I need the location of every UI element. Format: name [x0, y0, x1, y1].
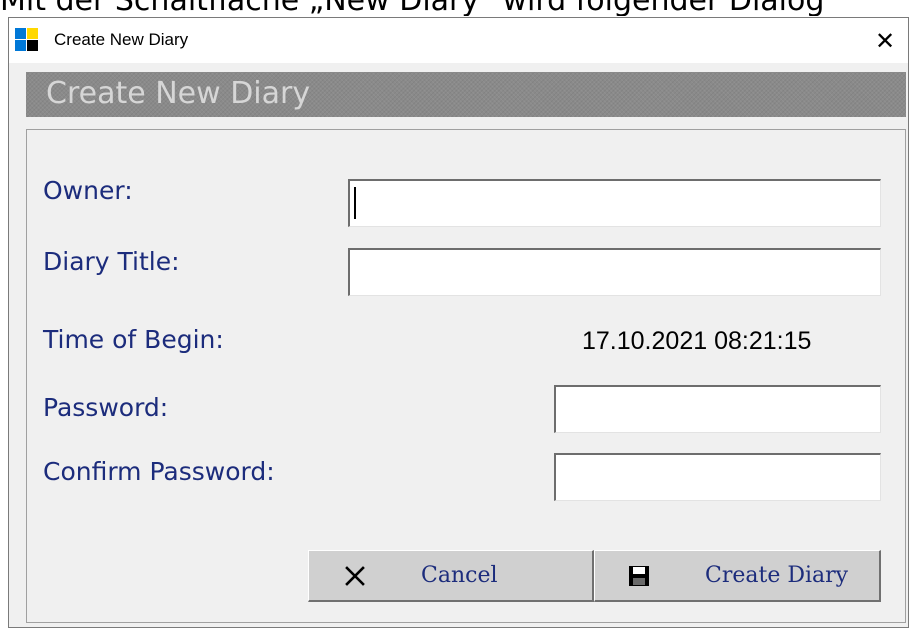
- confirm-password-label: Confirm Password:: [43, 457, 275, 486]
- diary-title-label: Diary Title:: [43, 247, 180, 276]
- floppy-disk-icon: [629, 566, 649, 586]
- close-icon: ✕: [874, 26, 896, 55]
- password-field[interactable]: [554, 385, 881, 433]
- title-bar[interactable]: Create New Diary ✕: [9, 18, 908, 63]
- create-diary-label: Create Diary: [705, 563, 849, 588]
- password-label: Password:: [43, 393, 169, 422]
- create-diary-button[interactable]: Create Diary: [594, 550, 881, 602]
- time-of-begin-value: 17.10.2021 08:21:15: [582, 327, 812, 355]
- banner-title: Create New Diary: [46, 76, 311, 111]
- dialog-banner: Create New Diary: [26, 72, 906, 117]
- background-document-text: Mit der Schaltfläche „New Diary" wird fo…: [0, 0, 910, 16]
- owner-label: Owner:: [43, 176, 133, 205]
- time-of-begin-label: Time of Begin:: [43, 325, 224, 354]
- owner-field[interactable]: [348, 179, 881, 227]
- window-title: Create New Diary: [54, 30, 189, 49]
- app-icon: [15, 28, 38, 51]
- confirm-password-field[interactable]: [554, 453, 881, 501]
- text-caret: [354, 187, 356, 219]
- close-x-icon: [345, 566, 365, 586]
- form-panel: Owner: Diary Title: Time of Begin: 17.10…: [26, 129, 906, 623]
- close-button[interactable]: ✕: [862, 18, 908, 63]
- cancel-button[interactable]: Cancel: [308, 550, 594, 602]
- create-diary-dialog: Create New Diary ✕ Create New Diary Owne…: [8, 17, 909, 628]
- cancel-label: Cancel: [421, 563, 498, 588]
- diary-title-field[interactable]: [348, 248, 881, 296]
